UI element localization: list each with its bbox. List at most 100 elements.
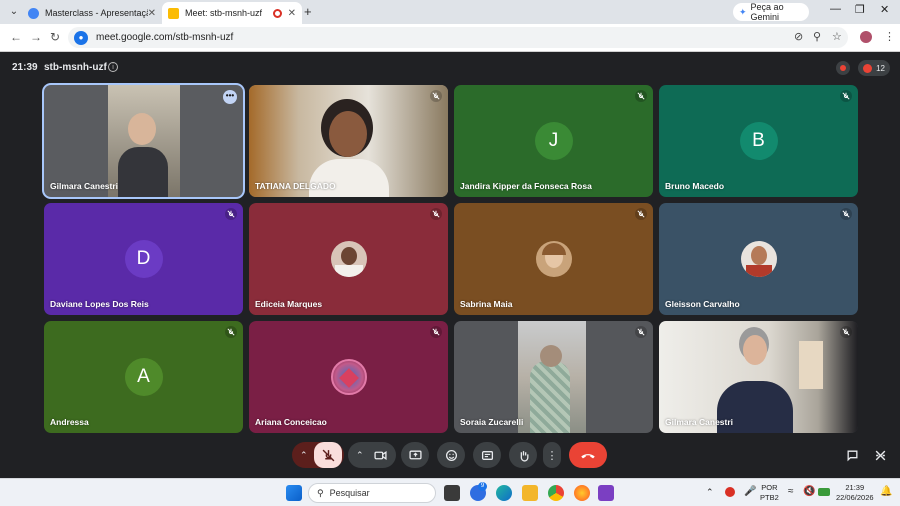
avatar: J	[534, 122, 573, 160]
edge-icon[interactable]	[496, 485, 512, 501]
notification-badge: 9	[478, 482, 487, 491]
participants-button[interactable]: 12	[858, 60, 890, 76]
onenote-icon[interactable]	[598, 485, 614, 501]
participant-tile[interactable]: Gilmara Canestri	[659, 321, 858, 433]
bookmark-star-icon[interactable]: ☆	[832, 30, 842, 43]
avatar	[330, 359, 367, 395]
present-screen-button[interactable]	[401, 442, 429, 468]
back-arrow-icon[interactable]: ←	[10, 30, 22, 44]
gemini-label: Peça ao Gemini	[750, 2, 784, 22]
participant-name: Soraia Zucarelli	[460, 417, 524, 427]
mic-off-icon	[225, 208, 237, 220]
mic-off-icon	[430, 208, 442, 220]
new-tab-plus-icon[interactable]: +	[304, 4, 312, 19]
recording-icon[interactable]	[836, 61, 850, 75]
participant-name: TATIANA DELGADO	[255, 181, 336, 191]
participant-tile[interactable]: TATIANA DELGADO	[249, 85, 448, 197]
zoom-icon[interactable]: ⚲	[813, 30, 821, 43]
tab-masterclass[interactable]: Masterclass - Apresentação ✕	[22, 2, 162, 24]
masterclass-favicon-icon	[28, 7, 39, 19]
activities-button[interactable]	[868, 442, 892, 468]
site-info-icon[interactable]: ●	[74, 30, 88, 45]
hand-icon	[520, 450, 528, 461]
video-options-button[interactable]: ⌃	[348, 442, 396, 468]
language-code: POR	[761, 483, 778, 492]
forward-arrow-icon[interactable]: →	[30, 30, 42, 44]
recording-indicator-icon	[272, 8, 282, 18]
browser-tab-strip: ⌄ Masterclass - Apresentação ✕ Meet: stb…	[0, 0, 900, 24]
chrome-icon[interactable]	[548, 485, 564, 501]
participant-tile[interactable]: Ariana Conceicao	[249, 321, 448, 433]
battery-icon[interactable]	[818, 488, 830, 496]
avatar: D	[124, 240, 163, 278]
task-view-icon[interactable]	[444, 485, 460, 501]
participant-tile[interactable]: ••• Gilmara Canestri	[44, 85, 243, 197]
leave-call-button[interactable]	[569, 442, 607, 468]
taskbar-search-box[interactable]: ⚲ Pesquisar	[308, 483, 436, 503]
participant-tile[interactable]: D Daviane Lopes Dos Reis	[44, 203, 243, 315]
ask-gemini-button[interactable]: ✦ Peça ao Gemini	[733, 2, 809, 22]
mic-toggle-button[interactable]	[314, 442, 342, 468]
participant-tile[interactable]: B Bruno Macedo	[659, 85, 858, 197]
participant-tile[interactable]: Sabrina Maia	[454, 203, 653, 315]
url-omnibox[interactable]: ● meet.google.com/stb-msnh-uzf	[68, 27, 848, 48]
camera-blocked-icon[interactable]: ⊘	[794, 30, 803, 43]
volume-muted-icon[interactable]: 🔇	[803, 487, 815, 497]
participant-tile[interactable]: Soraia Zucarelli	[454, 321, 653, 433]
notifications-icon[interactable]: 🔔	[880, 487, 892, 497]
browser-menu-icon[interactable]: ⋮	[884, 30, 895, 43]
language-indicator[interactable]: POR PTB2	[760, 483, 779, 503]
participant-tile[interactable]: J Jandira Kipper da Fonseca Rosa	[454, 85, 653, 197]
meeting-code: stb-msnh-uzf	[44, 62, 107, 73]
tab-close-icon[interactable]: ✕	[288, 8, 296, 19]
profile-avatar[interactable]	[860, 31, 872, 43]
participant-tile[interactable]: A Andressa	[44, 321, 243, 433]
participant-tile[interactable]: Gleisson Carvalho	[659, 203, 858, 315]
reactions-button[interactable]	[437, 442, 465, 468]
video-feed	[518, 321, 586, 433]
more-options-button[interactable]: ⋮	[543, 442, 561, 468]
window-close-icon[interactable]: ✕	[880, 3, 889, 16]
tab-meet[interactable]: Meet: stb-msnh-uzf ✕	[162, 2, 302, 24]
maximize-icon[interactable]: ❐	[855, 3, 865, 16]
mic-off-icon	[840, 90, 852, 102]
participant-name: Sabrina Maia	[460, 299, 513, 309]
taskbar-clock[interactable]: 21:39 22/06/2026	[836, 483, 874, 503]
mic-off-icon	[635, 208, 647, 220]
firefox-icon[interactable]	[574, 485, 590, 501]
chevron-up-icon: ⌃	[300, 449, 308, 460]
avatar	[330, 241, 367, 277]
reload-icon[interactable]: ↻	[50, 30, 60, 44]
captions-button[interactable]	[473, 442, 501, 468]
tray-mic-icon[interactable]: 🎤	[744, 487, 756, 497]
raise-hand-button[interactable]	[509, 442, 537, 468]
participant-name: Daviane Lopes Dos Reis	[50, 299, 149, 309]
tab-search-chevron-icon[interactable]: ⌄	[6, 4, 22, 20]
tab-close-icon[interactable]: ✕	[148, 8, 156, 19]
meet-favicon-icon	[168, 7, 179, 19]
more-options-icon[interactable]: •••	[223, 90, 237, 104]
wifi-icon[interactable]: ≈	[788, 487, 794, 497]
meeting-info-icon[interactable]: i	[108, 62, 118, 72]
tray-app-icon[interactable]	[725, 487, 735, 497]
participant-tile[interactable]: Ediceia Marques	[249, 203, 448, 315]
search-icon: ⚲	[317, 487, 324, 498]
file-explorer-icon[interactable]	[522, 485, 538, 501]
participant-name: Gilmara Canestri	[665, 417, 734, 427]
windows-start-icon[interactable]	[286, 485, 302, 501]
chat-icon	[847, 450, 857, 461]
participant-name: Jandira Kipper da Fonseca Rosa	[460, 181, 592, 191]
emoji-icon	[445, 449, 457, 461]
search-placeholder: Pesquisar	[329, 488, 370, 498]
windows-taskbar: ⚲ Pesquisar 9 ⌃ 🎤 POR PTB2 ≈ 🔇 21:39 22/…	[0, 478, 900, 506]
participant-name: Andressa	[50, 417, 89, 427]
participant-name: Gilmara Canestri	[50, 181, 119, 191]
participant-name: Ediceia Marques	[255, 299, 323, 309]
mic-off-icon	[430, 90, 442, 102]
tray-chevron-icon[interactable]: ⌃	[706, 487, 714, 497]
chat-button[interactable]	[840, 442, 864, 468]
minimize-icon[interactable]: —	[830, 3, 841, 15]
participant-name: Ariana Conceicao	[255, 417, 327, 427]
mic-off-icon	[635, 90, 647, 102]
hang-up-icon	[581, 453, 595, 458]
